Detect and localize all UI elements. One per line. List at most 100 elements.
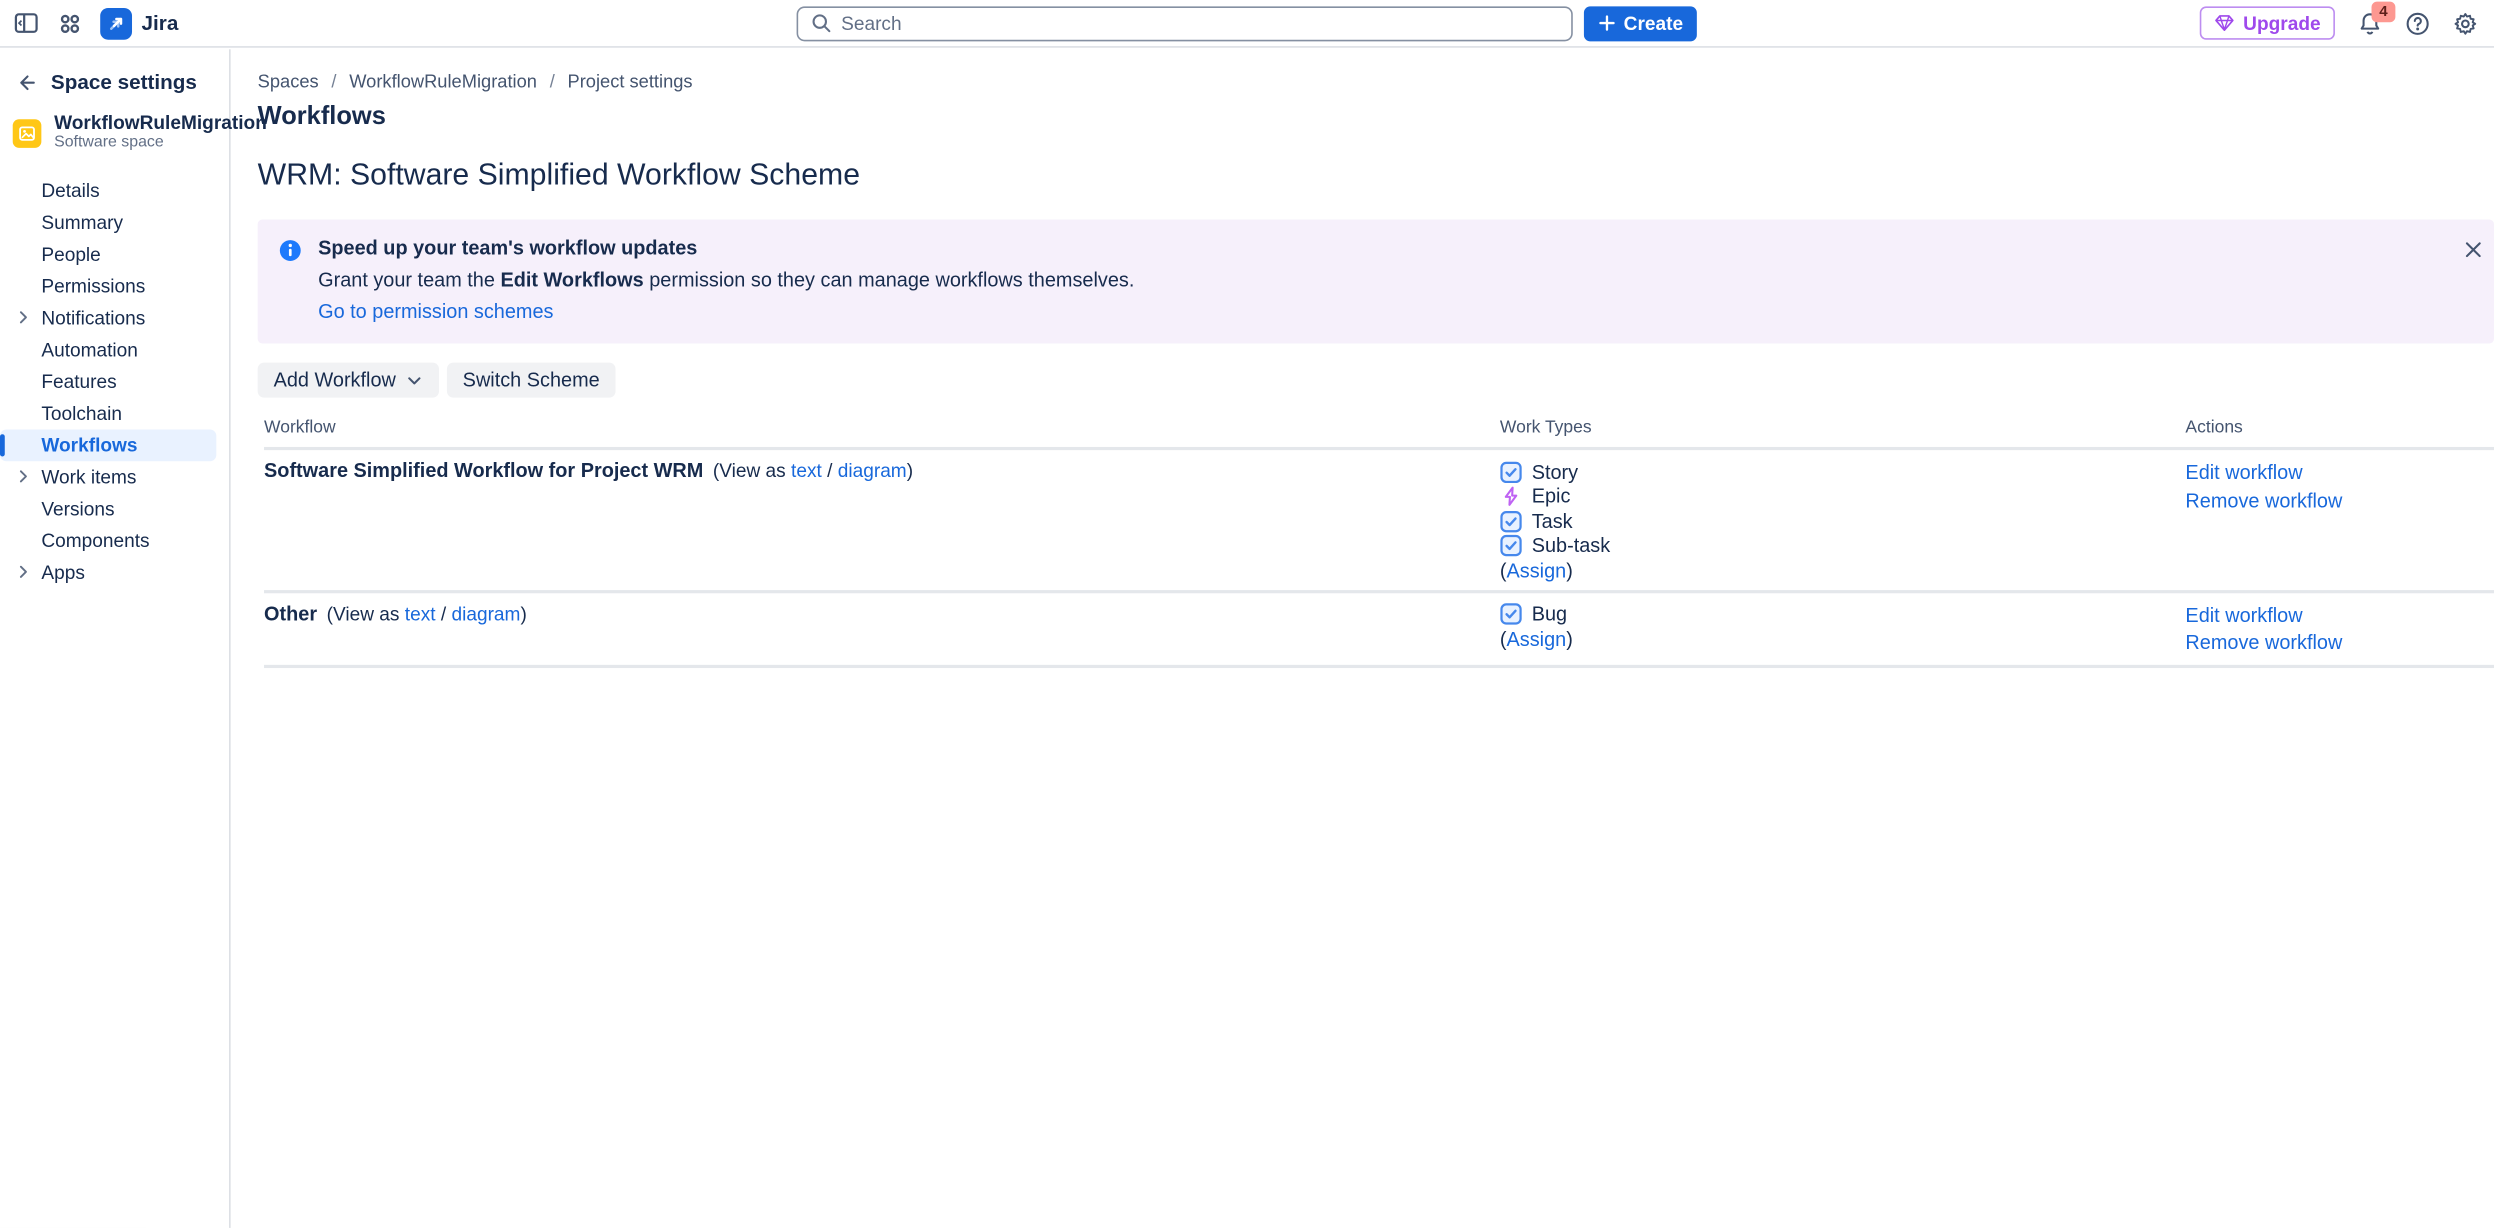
breadcrumb-project[interactable]: WorkflowRuleMigration [349,73,537,92]
breadcrumb: Spaces / WorkflowRuleMigration / Project… [258,73,2494,92]
sidebar-item-notifications[interactable]: Notifications [0,302,229,334]
bug-check-icon [1500,603,1522,625]
work-type-epic: Epic [1500,484,2186,509]
add-workflow-button[interactable]: Add Workflow [258,363,439,398]
sidebar-nav: Details Summary People Permissions Notif… [0,175,229,589]
assign-link[interactable]: Assign [1507,628,1567,650]
workflow-scheme-title: WRM: Software Simplified Workflow Scheme [258,159,2494,194]
sidebar-toggle-icon[interactable] [13,10,40,37]
page-title: Workflows [258,103,2494,132]
settings-gear-icon[interactable] [2453,10,2478,35]
space-avatar-icon [13,118,42,147]
sidebar-item-apps[interactable]: Apps [0,557,229,589]
sidebar-item-workflows[interactable]: Workflows [0,429,216,461]
remove-workflow-link[interactable]: Remove workflow [2185,488,2494,516]
assign-line: (Assign) [1500,558,2186,583]
search-input[interactable] [841,12,1558,34]
view-as-options: (View as text / diagram) [327,602,527,624]
view-as-diagram-link[interactable]: diagram [838,460,907,482]
remove-workflow-link[interactable]: Remove workflow [2185,630,2494,658]
sidebar-item-people[interactable]: People [0,239,229,271]
app-name: Jira [142,11,179,35]
banner-title: Speed up your team's workflow updates [318,237,2446,261]
view-as-text-link[interactable]: text [405,602,436,624]
banner-body: Grant your team the Edit Workflows permi… [318,269,2446,293]
help-icon[interactable] [2405,10,2430,35]
create-button[interactable]: Create [1584,6,1698,41]
sidebar-title: Space settings [51,70,197,94]
work-types-cell: Bug (Assign) [1500,602,2186,658]
jira-home-link[interactable]: Jira [100,7,178,39]
view-as-diagram-link[interactable]: diagram [451,602,520,624]
work-type-task: Task [1500,509,2186,534]
edit-workflow-link[interactable]: Edit workflow [2185,460,2494,488]
info-icon [278,239,302,271]
info-banner: Speed up your team's workflow updates Gr… [258,219,2494,343]
sidebar-item-toolchain[interactable]: Toolchain [0,398,229,430]
view-as-text-link[interactable]: text [791,460,822,482]
sidebar-item-summary[interactable]: Summary [0,207,229,239]
assign-link[interactable]: Assign [1507,559,1567,581]
subtask-check-icon [1500,535,1522,557]
sidebar-item-details[interactable]: Details [0,175,229,207]
work-type-bug: Bug [1500,602,2186,627]
sidebar-item-permissions[interactable]: Permissions [0,270,229,302]
work-types-cell: Story Epic Task Sub-task (Assign) [1500,460,2186,583]
sidebar-item-automation[interactable]: Automation [0,334,229,366]
chevron-right-icon [14,563,31,585]
jira-app-window: Jira Create Upgrade [0,0,2494,1228]
notification-count-badge: 4 [2372,1,2396,22]
chevron-right-icon [14,309,31,331]
search-icon [811,13,832,34]
create-button-label: Create [1624,12,1683,34]
sidebar-item-versions[interactable]: Versions [0,493,229,525]
actions-cell: Edit workflow Remove workflow [2185,460,2494,583]
chevron-right-icon [14,468,31,490]
table-row: Software Simplified Workflow for Project… [264,450,2494,592]
breadcrumb-separator: / [550,73,555,92]
upgrade-button-label: Upgrade [2243,12,2320,34]
work-type-sub-task: Sub-task [1500,534,2186,559]
main-content: Spaces / WorkflowRuleMigration / Project… [232,49,2494,1228]
space-type: Software space [54,134,267,153]
column-header-actions: Actions [2185,418,2494,437]
column-header-work-types: Work Types [1500,418,2186,437]
plus-icon [1598,14,1615,31]
assign-line: (Assign) [1500,627,2186,652]
upgrade-button[interactable]: Upgrade [2200,6,2335,39]
space-settings-sidebar: Space settings WorkflowRuleMigration Sof… [0,49,231,1228]
story-check-icon [1500,461,1522,483]
close-icon[interactable] [2461,237,2486,267]
work-type-story: Story [1500,460,2186,485]
permission-schemes-link[interactable]: Go to permission schemes [318,301,553,325]
breadcrumb-spaces[interactable]: Spaces [258,73,319,92]
column-header-workflow: Workflow [264,418,1500,437]
space-name: WorkflowRuleMigration [54,113,267,134]
top-navigation-bar: Jira Create Upgrade [0,0,2494,48]
notifications-bell-icon[interactable]: 4 [2357,10,2382,35]
table-row: Other (View as text / diagram) Bug (Assig… [264,592,2494,667]
gem-icon [2215,13,2236,34]
workflows-table: Workflow Work Types Actions Software Sim… [264,418,2494,667]
app-switcher-icon[interactable] [57,10,82,35]
breadcrumb-separator: / [331,73,336,92]
search-bar[interactable] [797,6,1573,41]
epic-lightning-icon [1500,486,1522,508]
workflow-name: Software Simplified Workflow for Project… [264,460,703,482]
workflow-name: Other [264,602,317,624]
view-as-options: (View as text / diagram) [713,460,913,482]
breadcrumb-project-settings[interactable]: Project settings [568,73,693,92]
edit-workflow-link[interactable]: Edit workflow [2185,602,2494,630]
actions-cell: Edit workflow Remove workflow [2185,602,2494,658]
sidebar-item-features[interactable]: Features [0,366,229,398]
sidebar-item-work-items[interactable]: Work items [0,461,229,493]
task-check-icon [1500,510,1522,532]
back-arrow-icon[interactable] [14,71,36,93]
space-card: WorkflowRuleMigration Software space [0,94,229,153]
workflow-toolbar: Add Workflow Switch Scheme [258,363,2494,398]
chevron-down-icon [405,371,422,388]
jira-logo-icon [100,7,132,39]
sidebar-item-components[interactable]: Components [0,525,229,557]
table-header-row: Workflow Work Types Actions [264,418,2494,450]
switch-scheme-button[interactable]: Switch Scheme [447,363,616,398]
